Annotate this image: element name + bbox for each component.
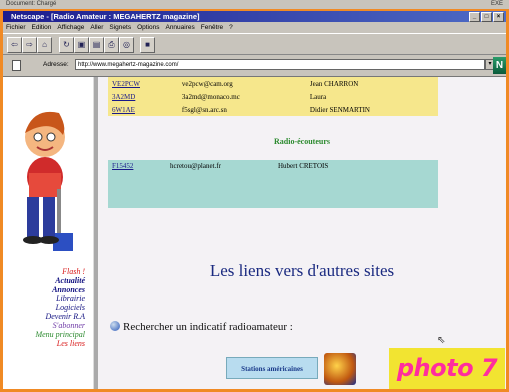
maximize-button[interactable]: □ xyxy=(481,12,492,22)
prev-status-right: EXE xyxy=(490,1,503,7)
nav-menu: Flash ! Actualité Annonces Librairie Log… xyxy=(3,267,93,348)
nav-logiciels[interactable]: Logiciels xyxy=(3,303,85,312)
mouse-cursor-icon: ⇖ xyxy=(437,335,446,346)
menu-fenetre[interactable]: Fenêtre xyxy=(201,22,223,33)
callsign-search[interactable]: Rechercher un indicatif radioamateur : xyxy=(110,321,293,333)
nav-devenir-ra[interactable]: Devenir R.A xyxy=(3,312,85,321)
forward-icon[interactable]: ⇨ xyxy=(22,37,37,53)
name-cell: Laura xyxy=(305,90,438,103)
reload-icon[interactable]: ↻ xyxy=(59,37,74,53)
title-bar: Netscape - [Radio Amateur : MEGAHERTZ ma… xyxy=(3,11,506,22)
callsign-link[interactable]: 3A2MD xyxy=(108,90,178,103)
menu-fichier[interactable]: Fichier xyxy=(6,22,26,33)
window-title: Netscape - [Radio Amateur : MEGAHERTZ ma… xyxy=(11,12,200,21)
find-icon[interactable]: ◎ xyxy=(119,37,134,53)
table-row: F15452 hcretou@planet.fr Hubert CRETOIS xyxy=(108,160,438,172)
name-cell: Didier SENMARTIN xyxy=(305,103,438,116)
links-heading: Les liens vers d'autres sites xyxy=(209,261,395,280)
table-row xyxy=(108,184,438,196)
address-label: Adresse: xyxy=(43,61,69,68)
callsign-link[interactable]: VE2PCW xyxy=(108,77,178,90)
menu-help[interactable]: ? xyxy=(229,22,233,33)
name-cell: Hubert CRETOIS xyxy=(274,160,438,172)
close-button[interactable]: × xyxy=(493,12,504,22)
print-icon[interactable]: ⎙ xyxy=(104,37,119,53)
menu-edition[interactable]: Edition xyxy=(32,22,52,33)
amateurs-table: VE2PCW ve2pcw@cam.org Jean CHARRON 3A2MD… xyxy=(108,77,438,116)
email-cell: hcretou@planet.fr xyxy=(166,160,274,172)
nav-les-liens[interactable]: Les liens xyxy=(3,339,85,348)
stations-button[interactable]: Stations américaines xyxy=(226,357,318,379)
images-icon[interactable]: ▣ xyxy=(74,37,89,53)
menu-affichage[interactable]: Affichage xyxy=(57,22,84,33)
table-row: VE2PCW ve2pcw@cam.org Jean CHARRON xyxy=(108,77,438,90)
table-row xyxy=(108,172,438,184)
mascot-illustration xyxy=(23,111,73,251)
listeners-table: F15452 hcretou@planet.fr Hubert CRETOIS xyxy=(108,160,438,208)
name-cell: Jean CHARRON xyxy=(305,77,438,90)
menu-aller[interactable]: Aller xyxy=(90,22,103,33)
address-input[interactable]: http://www.megahertz-magazine.com/ xyxy=(75,59,485,70)
listeners-heading: Radio-écouteurs xyxy=(274,137,330,146)
nav-menu-principal[interactable]: Menu principal xyxy=(3,330,85,339)
netscape-logo-icon: N xyxy=(493,57,506,74)
menu-annuaires[interactable]: Annuaires xyxy=(165,22,194,33)
nav-flash[interactable]: Flash ! xyxy=(3,267,85,276)
navigation-frame: Flash ! Actualité Annonces Librairie Log… xyxy=(3,77,93,389)
nav-annonces[interactable]: Annonces xyxy=(3,285,85,294)
table-row: 3A2MD 3a2md@monaco.mc Laura xyxy=(108,90,438,103)
prev-status-text: Document: Chargé xyxy=(6,1,57,7)
email-cell: 3a2md@monaco.mc xyxy=(177,90,306,103)
minimize-button[interactable]: _ xyxy=(469,12,480,22)
home-icon[interactable]: ⌂ xyxy=(37,37,52,53)
globe-icon[interactable] xyxy=(324,353,356,385)
menu-options[interactable]: Options xyxy=(137,22,159,33)
callsign-link[interactable]: F15452 xyxy=(108,160,166,172)
bullet-ball-icon xyxy=(110,321,120,331)
table-row: 6W1AE f5sgl@sn.arc.sn Didier SENMARTIN xyxy=(108,103,438,116)
open-icon[interactable]: ▤ xyxy=(89,37,104,53)
callsign-link[interactable]: 6W1AE xyxy=(108,103,178,116)
previous-window-strip: Document: Chargé EXE xyxy=(0,0,509,11)
address-bar: Adresse: http://www.megahertz-magazine.c… xyxy=(3,55,506,77)
email-cell: f5sgl@sn.arc.sn xyxy=(177,103,306,116)
email-cell: ve2pcw@cam.org xyxy=(177,77,306,90)
search-label: Rechercher un indicatif radioamateur : xyxy=(123,321,293,333)
photo-caption: photo 7 xyxy=(389,348,505,389)
main-content: VE2PCW ve2pcw@cam.org Jean CHARRON 3A2MD… xyxy=(98,77,506,389)
page-icon[interactable] xyxy=(12,60,21,71)
nav-librairie[interactable]: Librairie xyxy=(3,294,85,303)
table-row xyxy=(108,196,438,208)
menu-bar: Fichier Edition Affichage Aller Signets … xyxy=(3,22,506,33)
menu-signets[interactable]: Signets xyxy=(109,22,131,33)
back-icon[interactable]: ⇦ xyxy=(7,37,22,53)
nav-actualite[interactable]: Actualité xyxy=(3,276,85,285)
toolbar: ⇦ ⇨ ⌂ ↻ ▣ ▤ ⎙ ◎ ■ xyxy=(3,33,506,55)
stop-icon[interactable]: ■ xyxy=(140,37,155,53)
nav-sabonner[interactable]: S'abonner xyxy=(3,321,85,330)
